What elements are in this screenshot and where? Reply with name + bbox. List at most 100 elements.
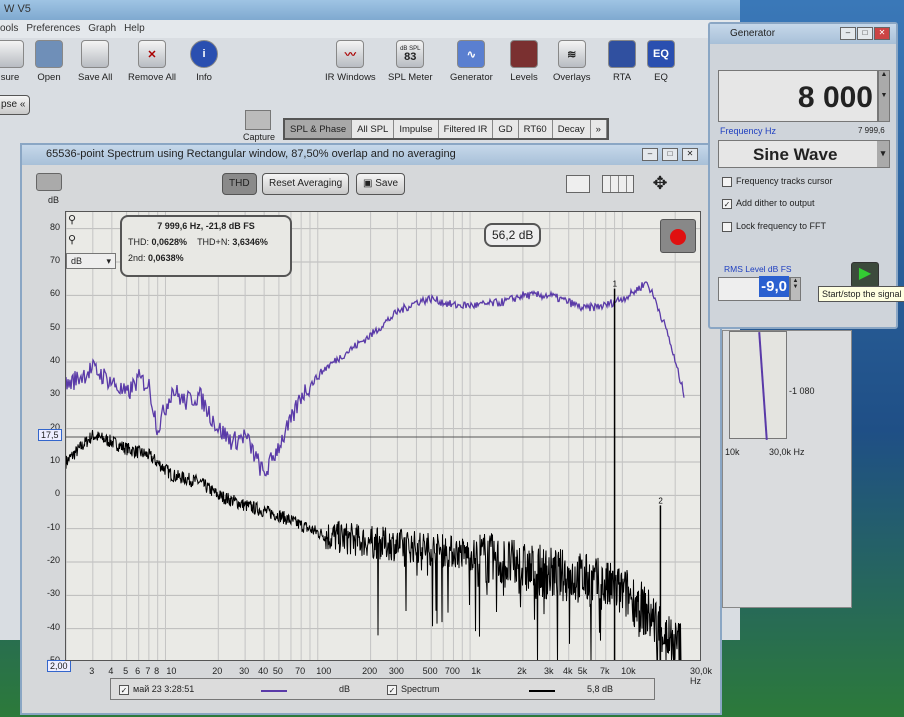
menu-tools[interactable]: ools [0,23,18,38]
legend-checkbox[interactable]: ✓ [119,684,129,695]
capture-icon[interactable] [245,110,271,130]
thd-button[interactable]: THD [222,173,257,195]
x-tick-label: 70 [295,666,306,676]
remove-all-icon: ✕ [138,40,167,68]
y-tick-label: -20 [46,555,60,565]
background-graph [729,331,787,440]
remove-all-button[interactable]: ✕ Remove All [128,40,176,83]
x-tick-label: 100 [316,666,332,676]
eq-icon: EQ [647,40,675,68]
x-tick-label: 10k [621,666,636,676]
rms-spinner[interactable]: ▲ ▼ [790,277,801,301]
minimize-button[interactable]: – [642,148,658,161]
chevron-down-icon: ▾ [877,141,889,167]
frequency-tracks-cursor-option[interactable]: Frequency tracks cursor [722,176,833,187]
y-tick-label: 70 [49,255,60,265]
x-tick-label: 3k [543,666,554,676]
x-tick-label: 30,0k Hz [689,666,713,686]
generator-button[interactable]: ∿ Generator [450,40,493,83]
y-tick-label: 10 [49,455,60,465]
x-tick-label: 3 [89,666,95,676]
vertical-zoom-icon[interactable] [566,175,590,193]
frequency-input[interactable]: 8 000 [718,70,878,122]
minimize-button[interactable]: – [840,27,856,40]
y-tick-label: 40 [49,355,60,365]
maximize-button[interactable]: □ [662,148,678,161]
cursor-lock-icon[interactable]: ⚲ [68,233,76,246]
legend-unit: dB [339,684,351,694]
camera-icon[interactable] [36,173,62,191]
save-all-button[interactable]: Save All [78,40,112,83]
tab-rt60[interactable]: RT60 [518,120,553,138]
levels-button[interactable]: Levels [510,40,538,83]
legend-checkbox[interactable]: ✓ [387,684,397,695]
x-start-field[interactable]: 2,00 [47,660,71,672]
menu-graph[interactable]: Graph [88,23,116,38]
ir-windows-button[interactable]: 〰 IR Windows [325,40,376,83]
frequency-spinner[interactable]: ▲ ▼ [878,70,890,122]
open-button[interactable]: Open [35,40,63,83]
x-tick-label: 50 [272,666,283,676]
fit-all-icon[interactable]: ✥ [644,173,676,195]
rms-level-input[interactable]: -9,0 [718,276,790,301]
legend-value: 5,8 dB [587,684,614,694]
unit-select[interactable]: dB ▾ [66,253,116,269]
y-tick-label: 60 [49,288,60,299]
legend: ✓ май 23 3:28:51 dB ✓ Spectrum 5,8 dB [110,678,655,700]
waveform-select[interactable]: Sine Wave ▾ [718,140,890,168]
levels-icon [510,40,538,68]
lock-frequency-option[interactable]: Lock frequency to FFT [722,221,826,232]
overlays-button[interactable]: ≋ Overlays [553,40,590,83]
measure-button[interactable]: sure [0,40,24,83]
toolbar: sure Open Save All ✕ Remove All i Info 〰 IR… [0,40,700,98]
collapse-button[interactable]: pse « [0,95,31,115]
eq-button[interactable]: EQ EQ [647,40,675,83]
menu-help[interactable]: Help [124,23,145,38]
x-tick-label: 5 [123,666,129,676]
measure-icon [0,40,24,68]
tab-spl-phase[interactable]: SPL & Phase [285,120,353,138]
menu-preferences[interactable]: Preferences [26,23,80,38]
tab-decay[interactable]: Decay [552,120,591,138]
play-button[interactable]: ▶ [851,262,879,288]
spl-meter-button[interactable]: dB SPL 83 SPL Meter [388,40,433,83]
close-button[interactable]: ✕ [682,148,698,161]
maximize-button[interactable]: □ [857,27,873,40]
reset-averaging-button[interactable]: Reset Averaging [262,173,350,195]
legend-swatch [529,690,555,692]
x-tick-label: 40 [258,666,269,676]
menu-bar: ools Preferences Graph Help [0,20,740,38]
save-button[interactable]: ▣ Save [356,173,406,195]
frequency-actual: 7 999,6 [858,126,885,135]
tooltip: Start/stop the signal [818,286,904,302]
x-tick-label: 500 [422,666,438,676]
y-tick-label: 80 [49,221,60,232]
close-button[interactable]: ✕ [874,27,890,40]
add-dither-option[interactable]: ✓ Add dither to output [722,198,815,209]
save-all-icon [81,40,110,68]
tab-all-spl[interactable]: All SPL [352,120,395,138]
tab-filtered-ir[interactable]: Filtered IR [438,120,494,138]
second-harmonic-value: 0,0638% [148,253,184,263]
info-button[interactable]: i Info [190,40,218,83]
tab-impulse[interactable]: Impulse [394,120,439,138]
record-button[interactable] [660,219,696,253]
x-tick-label: 2k [517,666,527,676]
main-title: W V5 [0,0,740,20]
rms-level-label: RMS Level dB FS [724,264,792,274]
info-icon: i [190,40,218,68]
checkbox [722,176,732,187]
spectrum-series-line [66,429,682,660]
cursor-lock-icon[interactable]: ⚲ [68,213,76,226]
frequency-label: Frequency Hz [720,126,777,136]
tab-more[interactable]: » [590,120,607,138]
capture-label[interactable]: Capture [243,132,275,142]
spectrum-plot[interactable]: 12 [65,211,701,661]
tab-gd[interactable]: GD [493,120,519,138]
thdn-value: 3,6346% [232,237,268,247]
rta-button[interactable]: RTA [608,40,636,83]
chevron-down-icon: ▾ [106,256,111,266]
grid-icon[interactable] [602,175,634,193]
y-axis-unit: dB [48,195,60,205]
checkbox: ✓ [722,198,732,209]
